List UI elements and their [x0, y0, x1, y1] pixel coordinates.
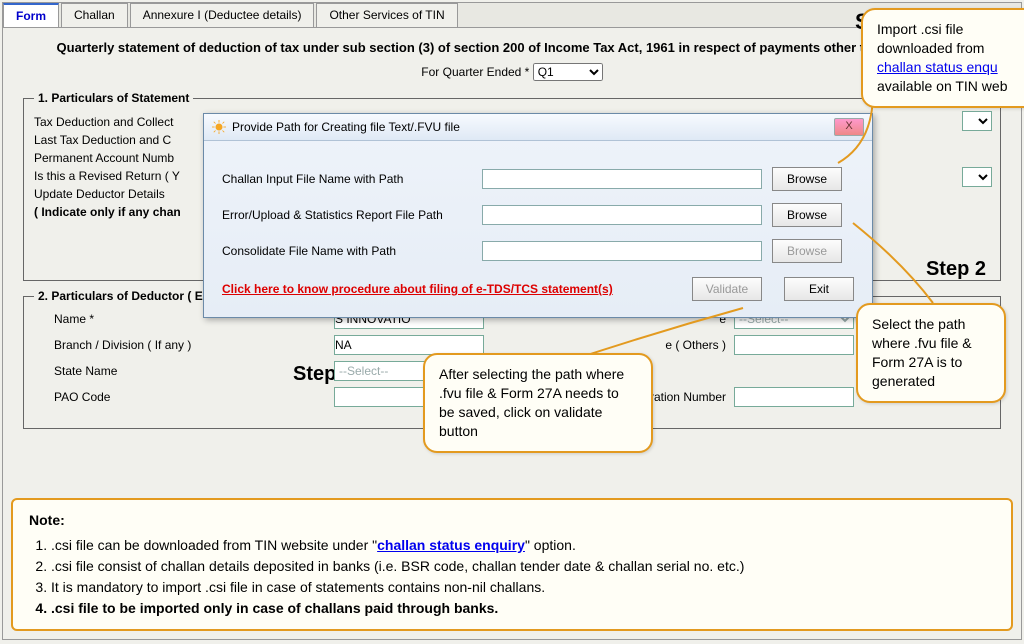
- dialog-title: Provide Path for Creating file Text/.FVU…: [232, 120, 460, 134]
- dialog-fvu-path: Provide Path for Creating file Text/.FVU…: [203, 113, 873, 318]
- lbl-right2: e ( Others ): [534, 338, 734, 352]
- input-error-path[interactable]: [482, 205, 762, 225]
- input-branch[interactable]: [334, 335, 484, 355]
- input-right2[interactable]: [734, 335, 854, 355]
- tab-other-services[interactable]: Other Services of TIN: [316, 3, 457, 27]
- app-icon: [212, 120, 226, 134]
- section1-right-select-2[interactable]: [962, 167, 992, 187]
- browse-consolidate-button[interactable]: Browse: [772, 239, 842, 263]
- callout-step3: After selecting the path where .fvu file…: [423, 353, 653, 453]
- quarter-select[interactable]: Q1: [533, 63, 603, 81]
- note-3: It is mandatory to import .csi file in c…: [51, 577, 995, 598]
- lbl-pao: PAO Code: [34, 390, 334, 404]
- lbl-challan-input: Challan Input File Name with Path: [222, 172, 482, 186]
- validate-button[interactable]: Validate: [692, 277, 762, 301]
- input-ddo[interactable]: [734, 387, 854, 407]
- input-consolidate-path[interactable]: [482, 241, 762, 261]
- lbl-branch: Branch / Division ( If any ): [34, 338, 334, 352]
- tab-annexure[interactable]: Annexure I (Deductee details): [130, 3, 315, 27]
- page-title: Quarterly statement of deduction of tax …: [23, 40, 1001, 55]
- link-challan-status-1[interactable]: challan status enqu: [877, 59, 998, 75]
- note-4: .csi file to be imported only in case of…: [51, 598, 995, 619]
- link-procedure[interactable]: Click here to know procedure about filin…: [222, 282, 613, 296]
- tab-form[interactable]: Form: [3, 3, 59, 27]
- lbl-state: State Name: [34, 364, 334, 378]
- callout-step1: Import .csi file downloaded from challan…: [861, 8, 1024, 108]
- notes-box: Note: .csi file can be downloaded from T…: [11, 498, 1013, 631]
- dialog-close-button[interactable]: X: [834, 118, 864, 136]
- tab-challan[interactable]: Challan: [61, 3, 128, 27]
- callout-step2: Select the path where .fvu file & Form 2…: [856, 303, 1006, 403]
- lbl-error-report: Error/Upload & Statistics Report File Pa…: [222, 208, 482, 222]
- browse-challan-button[interactable]: Browse: [772, 167, 842, 191]
- note-2: .csi file consist of challan details dep…: [51, 556, 995, 577]
- input-challan-path[interactable]: [482, 169, 762, 189]
- link-challan-status-2[interactable]: challan status enquiry: [377, 537, 525, 553]
- browse-error-button[interactable]: Browse: [772, 203, 842, 227]
- quarter-label: For Quarter Ended *: [421, 65, 529, 79]
- lbl-consolidate: Consolidate File Name with Path: [222, 244, 482, 258]
- exit-button[interactable]: Exit: [784, 277, 854, 301]
- section1-legend: 1. Particulars of Statement: [34, 91, 193, 105]
- notes-title: Note:: [29, 510, 995, 531]
- section1-right-select-1[interactable]: [962, 111, 992, 131]
- note-1: .csi file can be downloaded from TIN web…: [51, 535, 995, 556]
